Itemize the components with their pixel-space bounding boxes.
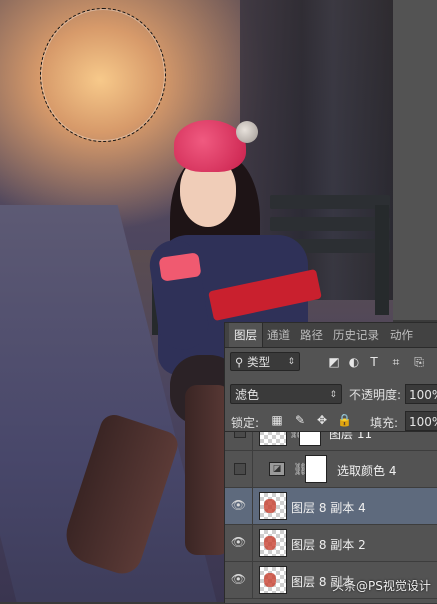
layer-row[interactable]: 👁 图层 8 副本 2 (225, 525, 437, 562)
layer-thumbnail (259, 529, 287, 557)
search-icon: ⚲ (235, 355, 248, 369)
adjustment-filter-icon[interactable]: ◐ (346, 354, 362, 370)
watermark: 头条@PS视觉设计 (332, 579, 431, 593)
filter-caret-icon: ⇕ (287, 357, 295, 367)
tab-actions[interactable]: 动作 (385, 323, 418, 347)
smart-object-filter-icon[interactable]: ⎘ (411, 354, 427, 370)
layer-row[interactable]: 👁 图层 8 副本 4 (225, 488, 437, 525)
tab-history[interactable]: 历史记录 (328, 323, 384, 347)
panel-dock-strip (393, 0, 437, 320)
lock-transparent-pixels-icon[interactable]: ▦ (270, 413, 284, 427)
fill-input[interactable]: 100% (405, 411, 437, 431)
elliptical-selection-marquee[interactable] (40, 8, 166, 142)
layer-name[interactable]: 图层 8 副本 4 (291, 499, 366, 516)
blend-mode-select[interactable]: 滤色 ⇕ (230, 384, 342, 404)
chevron-down-icon: ⇕ (329, 390, 337, 400)
layer-thumbnail (259, 432, 287, 446)
layer-row[interactable]: ⛓ 图层 11 (225, 432, 437, 451)
opacity-label: 不透明度: (349, 388, 402, 402)
eye-icon: 👁 (230, 535, 247, 549)
lock-position-icon[interactable]: ✥ (315, 413, 329, 427)
tab-layers[interactable]: 图层 (229, 323, 263, 347)
visibility-toggle[interactable] (225, 451, 253, 487)
opacity-input[interactable]: 100% (405, 384, 437, 404)
layer-name[interactable]: 图层 8 副本 2 (291, 536, 366, 553)
eye-icon: 👁 (230, 498, 247, 512)
fill-label: 填充: (370, 416, 399, 430)
layer-row[interactable]: ◪ ⛓ 选取颜色 4 (225, 451, 437, 488)
visibility-toggle[interactable]: 👁 (225, 562, 253, 598)
layer-mask-thumbnail[interactable] (305, 455, 327, 483)
visibility-toggle[interactable]: 👁 (225, 488, 253, 524)
type-filter-icon[interactable]: T (366, 354, 382, 370)
pixel-filter-icon[interactable]: ◩ (326, 354, 342, 370)
panel-tabs: 图层 通道 路径 历史记录 动作 (225, 323, 437, 348)
layer-name[interactable]: 图层 11 (329, 432, 372, 442)
layer-thumbnail (259, 566, 287, 594)
visibility-toggle[interactable] (225, 432, 253, 450)
lock-label: 锁定: (231, 416, 260, 430)
visibility-toggle[interactable]: 👁 (225, 525, 253, 561)
selective-color-adjustment-icon: ◪ (269, 462, 285, 476)
tab-paths[interactable]: 路径 (295, 323, 328, 347)
layer-thumbnail (259, 492, 287, 520)
layer-name[interactable]: 选取颜色 4 (337, 462, 396, 479)
layers-panel: 图层 通道 路径 历史记录 动作 ⚲ 类型 ⇕ ◩ ◐ T ⌗ ⎘ 滤色 ⇕ 不… (224, 322, 437, 603)
layer-mask-thumbnail[interactable] (299, 432, 321, 446)
eye-icon: 👁 (230, 572, 247, 586)
layer-filter-select[interactable]: ⚲ 类型 ⇕ (230, 352, 300, 371)
shape-filter-icon[interactable]: ⌗ (388, 354, 404, 370)
tab-channels[interactable]: 通道 (262, 323, 295, 347)
lock-all-icon[interactable]: 🔒 (337, 413, 352, 427)
lock-image-pixels-icon[interactable]: ✎ (293, 413, 307, 427)
red-beret (174, 120, 246, 172)
